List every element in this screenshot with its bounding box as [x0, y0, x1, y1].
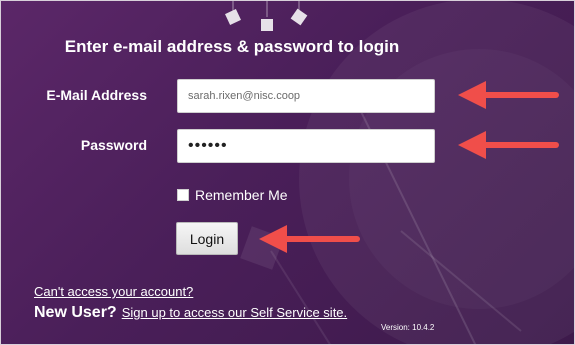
login-heading: Enter e-mail address & password to login: [64, 37, 400, 56]
signup-link[interactable]: Sign up to access our Self Service site.: [122, 305, 347, 320]
new-user-row: New User? Sign up to access our Self Ser…: [34, 304, 347, 322]
arrow-login-icon: [259, 225, 360, 253]
password-label: Password: [80, 137, 147, 153]
remember-me-row[interactable]: Remember Me: [177, 187, 288, 203]
version-label: Version: 10.4.2: [381, 323, 435, 332]
email-field[interactable]: [177, 79, 435, 113]
email-label: E-Mail Address: [46, 87, 147, 103]
remember-me-label: Remember Me: [195, 187, 288, 203]
cant-access-account-link[interactable]: Can't access your account?: [34, 284, 193, 299]
login-page: Enter e-mail address & password to login…: [0, 0, 575, 345]
arrow-email-icon: [458, 81, 559, 109]
password-field[interactable]: [177, 129, 435, 163]
arrow-password-icon: [458, 131, 559, 159]
login-button[interactable]: Login: [176, 222, 238, 255]
remember-me-checkbox[interactable]: [177, 189, 189, 201]
new-user-label: New User?: [34, 304, 117, 321]
